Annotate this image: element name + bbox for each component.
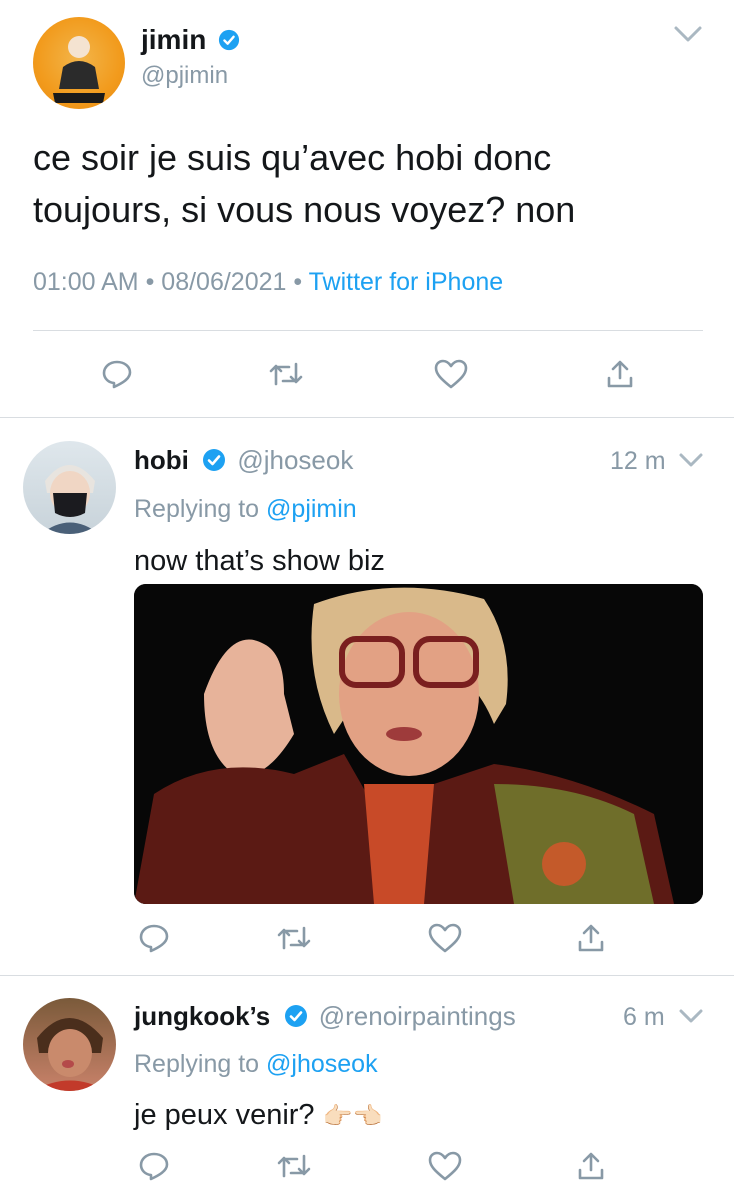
tweet-text-line-1: ce soir je suis qu’avec hobi donc (33, 137, 552, 178)
reply-text: now that’s show biz (134, 545, 385, 577)
like-icon (434, 359, 468, 389)
share-button[interactable] (600, 354, 640, 394)
reply-icon (139, 924, 169, 953)
avatar-jungkook[interactable] (23, 998, 116, 1091)
share-icon (578, 924, 604, 952)
reply-icon (139, 1152, 169, 1181)
avatar-jimin[interactable] (33, 17, 125, 109)
chevron-down-icon[interactable] (676, 448, 706, 472)
like-icon (428, 1151, 462, 1181)
tweet-text: ce soir je suis qu’avec hobi donc toujou… (33, 132, 575, 236)
retweet-button[interactable] (274, 918, 314, 958)
retweet-icon (269, 362, 303, 386)
meta-separator: • (145, 268, 162, 296)
replying-to: Replying to @pjimin (134, 493, 357, 525)
display-name[interactable]: jungkook’s (134, 1001, 270, 1031)
meta-separator: • (293, 268, 309, 296)
retweet-button[interactable] (274, 1146, 314, 1186)
handle[interactable]: @jhoseok (237, 445, 353, 475)
display-name[interactable]: jimin (141, 24, 206, 55)
tweet-meta: 01:00 AM • 08/06/2021 • Twitter for iPho… (33, 266, 503, 298)
retweet-button[interactable] (266, 354, 306, 394)
like-icon (428, 923, 462, 953)
reply-header: jungkook’s @renoirpaintings (134, 1000, 516, 1032)
chevron-down-icon[interactable] (670, 20, 706, 48)
reply-text-row: je peux venir? 👉🏻👈🏻 (134, 1097, 382, 1135)
chevron-down-icon[interactable] (676, 1004, 706, 1028)
section-divider (0, 975, 734, 976)
tweet-text-line-2: toujours, si vous nous voyez? non (33, 189, 576, 230)
reply-header: hobi @jhoseok (134, 444, 353, 476)
replying-to: Replying to @jhoseok (134, 1048, 378, 1080)
reply-age: 6 m (623, 1003, 665, 1031)
replying-to-link[interactable]: @pjimin (266, 495, 357, 523)
reply-age: 12 m (610, 447, 666, 475)
like-button[interactable] (431, 354, 471, 394)
reply-button[interactable] (97, 354, 137, 394)
media-image[interactable] (134, 584, 703, 904)
reply-text: je peux venir? (134, 1099, 315, 1131)
share-button[interactable] (571, 918, 611, 958)
share-icon (578, 1152, 604, 1180)
section-divider (0, 417, 734, 418)
like-button[interactable] (425, 918, 465, 958)
retweet-icon (277, 926, 311, 950)
pointing-fingers-emoji: 👉🏻👈🏻 (322, 1103, 383, 1130)
verified-badge-icon (219, 29, 240, 50)
like-button[interactable] (425, 1146, 465, 1186)
reply-button[interactable] (134, 918, 174, 958)
media-image-content (134, 584, 703, 904)
avatar-hobi-figure (41, 465, 99, 534)
display-name[interactable]: hobi (134, 445, 189, 475)
avatar-jimin-figure (53, 36, 105, 103)
avatar-jungkook-figure (33, 1018, 107, 1091)
avatar-hobi[interactable] (23, 441, 116, 534)
replying-prefix: Replying to (134, 495, 260, 523)
share-button[interactable] (571, 1146, 611, 1186)
reply-button[interactable] (134, 1146, 174, 1186)
verified-badge-icon (203, 449, 226, 472)
share-icon (607, 360, 633, 388)
replying-prefix: Replying to (134, 1050, 260, 1078)
retweet-icon (277, 1154, 311, 1178)
verified-badge-icon (284, 1005, 307, 1028)
tweet-source-link[interactable]: Twitter for iPhone (309, 268, 504, 296)
replying-to-link[interactable]: @jhoseok (266, 1050, 378, 1078)
tweet-date: 08/06/2021 (161, 268, 287, 296)
handle[interactable]: @pjimin (141, 62, 228, 90)
handle[interactable]: @renoirpaintings (319, 1001, 516, 1031)
divider (33, 330, 703, 331)
reply-icon (102, 360, 132, 389)
tweet-time: 01:00 AM (33, 268, 139, 296)
